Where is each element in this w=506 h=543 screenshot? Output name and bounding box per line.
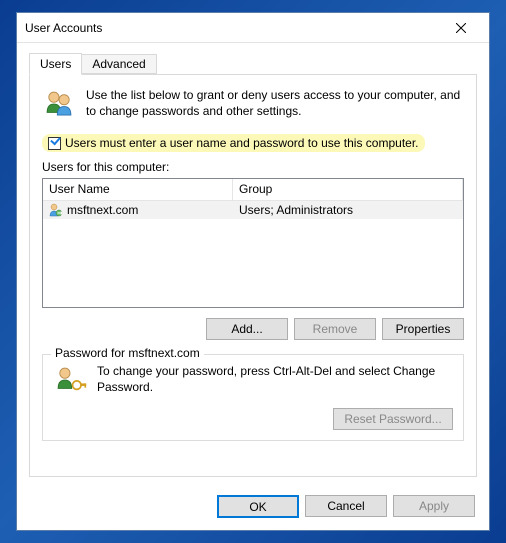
list-header: User Name Group [43,179,463,201]
col-header-group[interactable]: Group [233,179,463,201]
apply-button: Apply [393,495,475,517]
password-button-row: Reset Password... [53,408,453,430]
users-icon [42,87,76,124]
info-text: Use the list below to grant or deny user… [86,87,464,119]
table-row[interactable]: msftnext.com Users; Administrators [43,201,463,219]
cell-user-text: msftnext.com [67,203,138,217]
content-area: Users Advanced Use the list below to gra… [17,43,489,485]
tab-users[interactable]: Users [29,53,82,75]
password-groupbox: Password for msftnext.com To change your… [42,354,464,441]
cell-user: msftnext.com [43,203,233,217]
user-icon [49,203,63,217]
add-button[interactable]: Add... [206,318,288,340]
titlebar: User Accounts [17,13,489,43]
list-buttons: Add... Remove Properties [42,318,464,340]
require-password-checkbox[interactable] [48,137,61,150]
require-password-label: Users must enter a user name and passwor… [65,136,419,150]
cell-group: Users; Administrators [233,203,463,217]
password-text: To change your password, press Ctrl-Alt-… [97,363,453,395]
users-list-label: Users for this computer: [42,160,464,174]
key-user-icon [53,363,87,400]
reset-password-button: Reset Password... [333,408,453,430]
properties-button[interactable]: Properties [382,318,464,340]
dialog-footer: OK Cancel Apply [17,485,489,530]
remove-button: Remove [294,318,376,340]
info-row: Use the list below to grant or deny user… [42,87,464,124]
require-password-row[interactable]: Users must enter a user name and passwor… [42,134,425,152]
tab-advanced[interactable]: Advanced [82,54,156,74]
close-icon [456,23,466,33]
users-list[interactable]: User Name Group msftnext. [42,178,464,308]
tab-body: Use the list below to grant or deny user… [29,74,477,477]
tab-strip: Users Advanced [29,53,477,75]
col-header-username[interactable]: User Name [43,179,233,201]
close-button[interactable] [441,16,481,40]
cancel-button[interactable]: Cancel [305,495,387,517]
window-title: User Accounts [25,21,441,35]
ok-button[interactable]: OK [217,495,299,518]
password-groupbox-label: Password for msftnext.com [51,346,204,360]
password-row: To change your password, press Ctrl-Alt-… [53,363,453,400]
user-accounts-window: User Accounts Users Advanced [16,12,490,531]
